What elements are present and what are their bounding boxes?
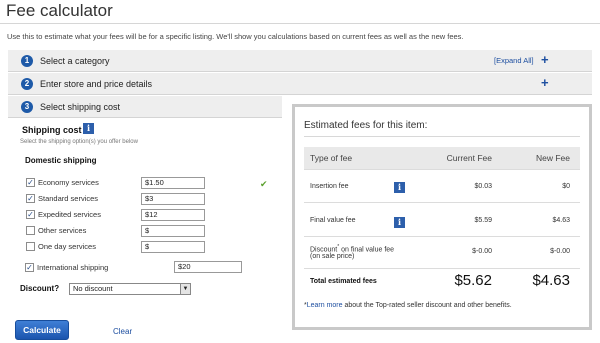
step-label: Select a category — [40, 56, 110, 66]
estimate-footnote: *Learn more about the Top-rated seller d… — [304, 302, 512, 309]
step-label: Enter store and price details — [40, 79, 153, 89]
table-row: Insertion fee i $0.03 $0 — [304, 170, 580, 203]
step-select-category[interactable]: 1 Select a category [Expand All] + — [8, 50, 592, 72]
domestic-shipping-heading: Domestic shipping — [25, 156, 97, 165]
footnote-text: about the Top-rated seller discount and … — [342, 302, 512, 309]
economy-price-input[interactable]: $1.50 — [141, 177, 205, 189]
check-icon: ✔ — [260, 179, 268, 189]
economy-checkbox[interactable]: ✓ — [26, 178, 35, 187]
other-checkbox[interactable] — [26, 226, 35, 235]
fee-type-label: Discount* on final value fee — [310, 244, 394, 253]
international-checkbox[interactable]: ✓ — [25, 263, 34, 272]
international-price-input[interactable]: $20 — [174, 261, 242, 273]
plus-icon[interactable]: + — [541, 53, 549, 67]
fee-type-sublabel: (on sale price) — [310, 253, 355, 260]
step-number-badge: 2 — [21, 78, 33, 90]
expedited-price-input[interactable]: $12 — [141, 209, 205, 221]
step-number-badge: 3 — [21, 101, 33, 113]
service-label: One day services — [38, 242, 96, 251]
expedited-checkbox[interactable]: ✓ — [26, 210, 35, 219]
new-fee-value: $4.63 — [552, 217, 570, 224]
standard-checkbox[interactable]: ✓ — [26, 194, 35, 203]
total-current-value: $5.62 — [454, 272, 492, 289]
column-header-new: New Fee — [535, 153, 570, 163]
discount-label: Discount? — [20, 284, 60, 293]
standard-price-input[interactable]: $3 — [141, 193, 205, 205]
new-fee-value: $0 — [562, 183, 570, 190]
total-label: Total estimated fees — [310, 278, 377, 285]
plus-icon[interactable]: + — [541, 76, 549, 90]
total-new-value: $4.63 — [532, 272, 570, 289]
discount-selected-value: No discount — [73, 284, 113, 293]
service-label: International shipping — [37, 263, 109, 272]
estimate-title: Estimated fees for this item: — [304, 120, 428, 131]
page-title: Fee calculator — [6, 1, 113, 20]
table-header-row: Type of fee Current Fee New Fee — [304, 147, 580, 170]
shipping-panel: Shipping cost i Select the shipping opti… — [8, 118, 282, 343]
service-label: Standard services — [38, 194, 99, 203]
current-fee-value: $5.59 — [474, 217, 492, 224]
estimate-divider — [304, 136, 580, 137]
title-divider — [0, 23, 600, 24]
intro-text: Use this to estimate what your fees will… — [7, 32, 464, 41]
step-number-badge: 1 — [21, 55, 33, 67]
chevron-down-icon[interactable]: ▼ — [180, 284, 190, 294]
new-fee-value: $-0.00 — [550, 248, 570, 255]
table-row: Discount* on final value fee (on sale pr… — [304, 237, 580, 269]
info-icon[interactable]: i — [83, 123, 94, 134]
current-fee-value: $-0.00 — [472, 248, 492, 255]
learn-more-link[interactable]: Learn more — [307, 302, 343, 309]
discount-select[interactable]: No discount ▼ — [69, 283, 191, 295]
table-row: Final value fee i $5.59 $4.63 — [304, 203, 580, 237]
step-store-price[interactable]: 2 Enter store and price details + — [8, 73, 592, 95]
service-label: Expedited services — [38, 210, 101, 219]
column-header-current: Current Fee — [446, 153, 492, 163]
other-price-input[interactable]: $ — [141, 225, 205, 237]
shipping-subtext: Select the shipping option(s) you offer … — [20, 139, 138, 145]
one-day-checkbox[interactable] — [26, 242, 35, 251]
shipping-cost-heading: Shipping cost — [22, 125, 82, 135]
calculate-button[interactable]: Calculate — [15, 320, 69, 340]
service-label: Economy services — [38, 178, 99, 187]
estimated-fees-panel: Estimated fees for this item: Type of fe… — [292, 104, 592, 330]
total-row: Total estimated fees $5.62 $4.63 — [304, 269, 580, 294]
step-label: Select shipping cost — [40, 102, 121, 112]
clear-link[interactable]: Clear — [113, 327, 132, 336]
one-day-price-input[interactable]: $ — [141, 241, 205, 253]
info-icon[interactable]: i — [394, 182, 405, 193]
column-header-type: Type of fee — [310, 153, 353, 163]
fee-type-label: Insertion fee — [310, 183, 349, 190]
step-shipping-cost[interactable]: 3 Select shipping cost — [8, 96, 282, 118]
info-icon[interactable]: i — [394, 217, 405, 228]
fee-type-label: Final value fee — [310, 217, 356, 224]
current-fee-value: $0.03 — [474, 183, 492, 190]
expand-all-link[interactable]: [Expand All] — [494, 56, 534, 65]
service-label: Other services — [38, 226, 87, 235]
